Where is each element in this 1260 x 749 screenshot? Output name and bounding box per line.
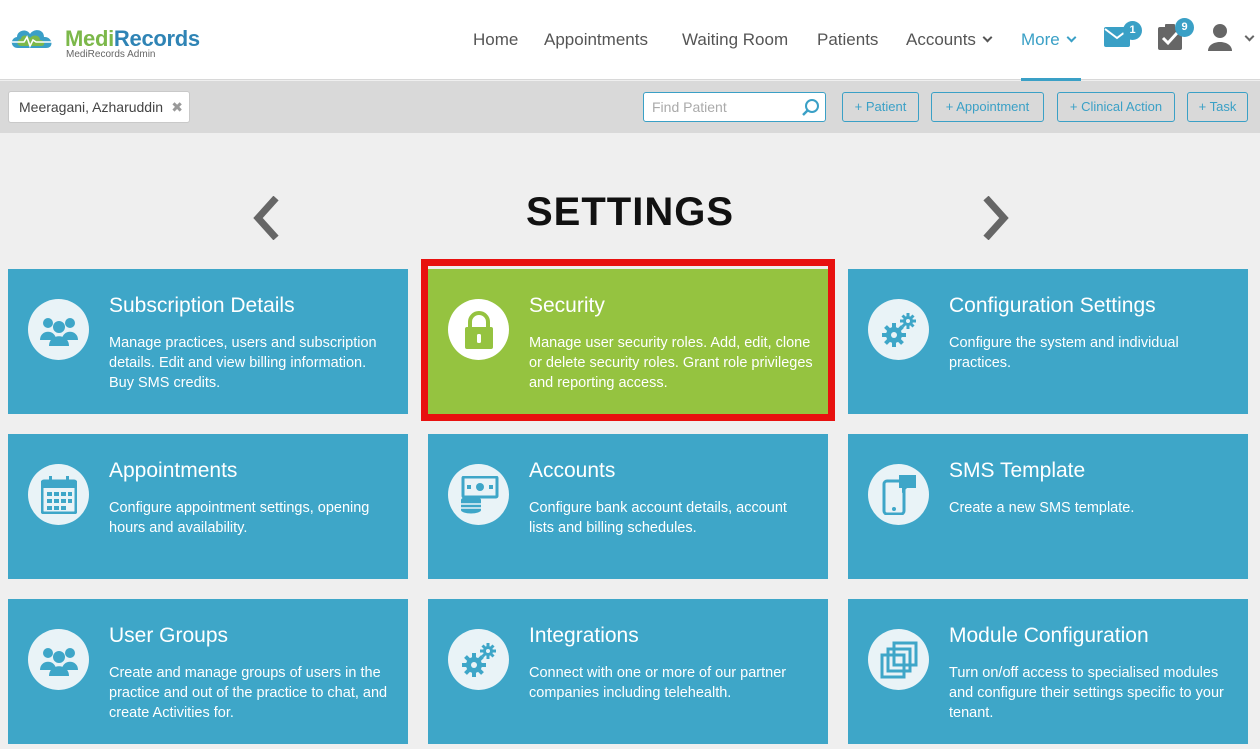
tile-accounts[interactable]: Accounts Configure bank account details,…: [428, 434, 828, 579]
tile-sms-template[interactable]: SMS Template Create a new SMS template.: [848, 434, 1248, 579]
tile-configuration-settings[interactable]: Configuration Settings Configure the sys…: [848, 269, 1248, 414]
tile-description: Turn on/off access to specialised module…: [949, 665, 1224, 721]
messages-button[interactable]: 1: [1104, 21, 1142, 52]
gears-icon: [868, 299, 929, 360]
calendar-icon: [28, 464, 89, 525]
user-menu-button[interactable]: [1208, 23, 1255, 56]
add-patient-button[interactable]: + Patient: [842, 92, 919, 122]
top-navbar: MediRecords MediRecords Admin Home Appoi…: [0, 0, 1260, 81]
tile-description: Manage user security roles. Add, edit, c…: [529, 335, 813, 391]
tile-title: Security: [529, 294, 605, 317]
selected-patient-chip[interactable]: Meeragani, Azharuddin ✖: [8, 91, 190, 123]
tile-subscription-details[interactable]: Subscription Details Manage practices, u…: [8, 269, 408, 414]
add-clinical-action-button[interactable]: + Clinical Action: [1057, 92, 1175, 122]
patient-toolbar: Meeragani, Azharuddin ✖ + Patient + Appo…: [0, 81, 1260, 133]
tile-description: Create a new SMS template.: [949, 500, 1135, 516]
page-title: SETTINGS: [525, 190, 735, 234]
chevron-down-icon: [1066, 32, 1077, 43]
nav-patients[interactable]: Patients: [817, 0, 878, 80]
modules-icon: [868, 629, 929, 690]
tile-description: Configure appointment settings, opening …: [109, 500, 370, 536]
lock-icon: [448, 299, 509, 360]
tile-description: Configure bank account details, account …: [529, 500, 787, 536]
tasks-count-badge: 9: [1175, 18, 1194, 37]
find-patient-field[interactable]: [643, 92, 826, 122]
brand-name-medi: Medi: [65, 26, 114, 51]
nav-waiting-room[interactable]: Waiting Room: [682, 0, 788, 80]
tile-description: Create and manage groups of users in the…: [109, 665, 388, 721]
tile-user-groups[interactable]: User Groups Create and manage groups of …: [8, 599, 408, 744]
tile-title: Configuration Settings: [949, 294, 1156, 317]
money-icon: [448, 464, 509, 525]
chevron-down-icon: [982, 32, 993, 43]
nav-accounts-label: Accounts: [906, 30, 976, 49]
next-arrow-icon[interactable]: [982, 196, 1010, 240]
tile-module-configuration[interactable]: Module Configuration Turn on/off access …: [848, 599, 1248, 744]
tile-title: Module Configuration: [949, 624, 1149, 647]
tile-description: Configure the system and individual prac…: [949, 335, 1179, 371]
tile-title: Accounts: [529, 459, 616, 482]
tile-title: Integrations: [529, 624, 639, 647]
find-patient-input[interactable]: [644, 93, 794, 121]
tile-title: User Groups: [109, 624, 229, 647]
add-task-button[interactable]: + Task: [1187, 92, 1248, 122]
tile-title: Appointments: [109, 459, 238, 482]
add-appointment-button[interactable]: + Appointment: [931, 92, 1044, 122]
gears-icon: [448, 629, 509, 690]
cloud-heartbeat-icon: [11, 30, 54, 49]
search-icon[interactable]: [801, 98, 821, 118]
selected-patient-name: Meeragani, Azharuddin: [19, 99, 163, 115]
users-icon: [28, 299, 89, 360]
close-icon[interactable]: ✖: [171, 92, 183, 122]
users-icon: [28, 629, 89, 690]
tile-appointments[interactable]: Appointments Configure appointment setti…: [8, 434, 408, 579]
nav-appointments[interactable]: Appointments: [544, 0, 648, 80]
user-icon: [1208, 24, 1232, 51]
tile-description: Connect with one or more of our partner …: [529, 665, 787, 701]
tile-title: SMS Template: [949, 459, 1086, 482]
nav-more[interactable]: More: [1021, 0, 1081, 81]
brand-name-records: Records: [113, 26, 200, 51]
chevron-down-icon: [1244, 31, 1255, 42]
nav-more-label: More: [1021, 30, 1060, 49]
tile-integrations[interactable]: Integrations Connect with one or more of…: [428, 599, 828, 744]
phone-message-icon: [868, 464, 929, 525]
nav-accounts[interactable]: Accounts: [906, 0, 993, 80]
nav-home[interactable]: Home: [473, 0, 518, 80]
tile-description: Manage practices, users and subscription…: [109, 335, 377, 391]
brand-subtitle: MediRecords Admin: [66, 49, 156, 60]
tile-security[interactable]: Security Manage user security roles. Add…: [428, 269, 828, 414]
brand-logo[interactable]: MediRecords MediRecords Admin: [8, 20, 228, 64]
tasks-button[interactable]: 9: [1158, 18, 1194, 55]
messages-count-badge: 1: [1123, 21, 1142, 40]
tile-title: Subscription Details: [109, 294, 295, 317]
